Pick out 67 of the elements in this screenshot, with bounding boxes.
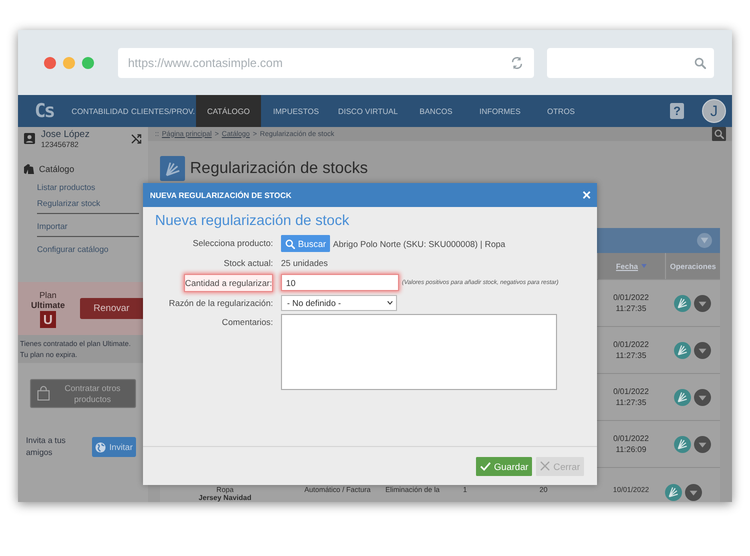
field-label: Comentarios: — [222, 316, 273, 329]
dropdown-icon — [694, 388, 711, 406]
fan-icon — [674, 388, 691, 406]
shuffle-icon — [131, 133, 142, 144]
search-icon — [285, 238, 295, 248]
fan-icon — [674, 436, 691, 452]
plan-badge: U — [40, 310, 56, 328]
comments-textarea[interactable] — [281, 314, 557, 390]
field-label: Cantidad a regularizar: — [184, 274, 273, 292]
dropdown-icon — [694, 436, 711, 452]
save-button[interactable]: Guardar — [476, 456, 532, 476]
address-bar[interactable]: https://www.contasimple.com — [118, 48, 534, 78]
search-button[interactable] — [712, 127, 726, 141]
field-label: Stock actual: — [224, 257, 273, 270]
search-icon — [714, 129, 724, 139]
search-icon — [694, 56, 706, 68]
section-title: Catálogo — [39, 164, 74, 174]
chevron-down-icon — [387, 301, 393, 305]
app-logo[interactable]: Cs — [18, 95, 70, 127]
help-button[interactable]: ? — [670, 103, 684, 119]
fan-icon — [674, 294, 691, 312]
stock-value: 25 unidades — [281, 258, 328, 268]
quantity-input[interactable]: 10 — [281, 274, 399, 291]
time-text: 11:27:35 — [616, 303, 646, 314]
sort-icon — [640, 264, 647, 268]
invite-button[interactable]: Invitar — [92, 437, 136, 457]
date-text: 0/01/2022 — [613, 386, 649, 397]
shopping-bag-icon — [37, 386, 50, 401]
page-title: Regularización de stocks — [190, 160, 368, 178]
filter-icon — [697, 233, 712, 248]
sidebar-link[interactable]: Listar productos — [37, 181, 139, 197]
time-text: 11:26:09 — [616, 444, 646, 455]
date-text: 0/01/2022 — [613, 433, 649, 444]
time-text: 11:27:35 — [616, 397, 646, 408]
field-label: Razón de la regularización: — [168, 297, 273, 310]
window-dots-icon — [43, 56, 95, 70]
user-name: Jose López — [41, 128, 91, 140]
contract-button[interactable]: Contratar otros productos — [30, 379, 136, 408]
date-text: 0/01/2022 — [613, 339, 649, 350]
dropdown-icon — [685, 484, 702, 501]
url-text: https://www.contasimple.com — [128, 56, 283, 70]
field-label: Selecciona producto: — [192, 237, 273, 250]
search-button[interactable]: Buscar — [281, 235, 330, 252]
invite-text: Invita a tus amigos — [26, 435, 67, 459]
renew-button[interactable]: Renovar — [80, 298, 143, 319]
reason-select[interactable]: - No definido - — [281, 295, 397, 311]
product-value: Abrigo Polo Norte (SKU: SKU000008) | Ropa — [333, 238, 506, 248]
dropdown-icon — [694, 342, 711, 358]
time-text: 11:27:35 — [616, 350, 646, 361]
dialog-title: Nueva regularización de stock — [155, 213, 350, 229]
refresh-icon — [510, 56, 524, 70]
plan-label: Plan — [39, 290, 57, 300]
close-button[interactable]: × — [582, 188, 591, 202]
sidebar-link[interactable]: Importar — [37, 220, 139, 236]
sidebar-link[interactable]: Regularizar stock — [37, 197, 139, 213]
browser-search-field[interactable] — [547, 48, 714, 78]
user-avatar[interactable]: J — [702, 99, 726, 123]
fan-icon — [674, 342, 691, 358]
fan-icon — [665, 484, 682, 501]
user-card-icon — [24, 133, 35, 144]
dropdown-icon — [694, 294, 711, 312]
x-icon — [540, 461, 550, 471]
plan-name: Ultimate — [31, 300, 65, 310]
sidebar-link[interactable]: Configurar catálogo — [37, 243, 139, 259]
globe-icon — [95, 442, 106, 452]
check-icon — [480, 460, 492, 472]
date-text: 0/01/2022 — [613, 292, 649, 303]
